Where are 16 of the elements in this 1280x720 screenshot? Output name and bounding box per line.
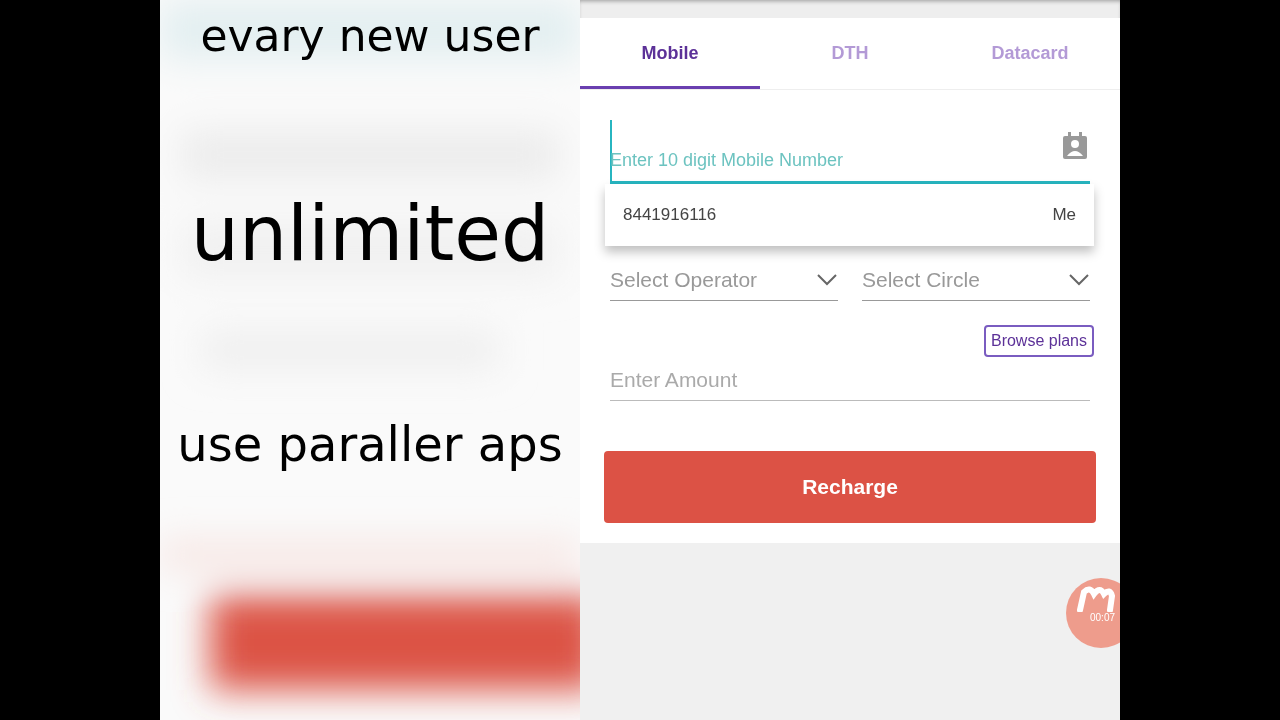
contact-icon <box>1062 132 1088 160</box>
recording-time: 00:07 <box>1090 612 1116 623</box>
chevron-down-icon <box>816 273 838 287</box>
suggestion-name: Me <box>1052 205 1076 225</box>
m-logo-icon <box>1076 586 1116 612</box>
suggestion-popup[interactable]: 8441916116 Me <box>605 184 1094 246</box>
chevron-down-icon <box>1068 273 1090 287</box>
caption: use paraller aps <box>177 418 563 471</box>
select-dropdown[interactable]: Select Circle <box>862 268 1090 301</box>
caption: evary new user <box>200 12 540 61</box>
recharge-button[interactable]: Recharge <box>604 451 1096 523</box>
caption: unlimited <box>190 192 550 276</box>
suggestion-number: 8441916116 <box>623 205 717 225</box>
select-dropdown[interactable]: Select Operator <box>610 268 838 301</box>
recorder-badge[interactable]: 00:07 <box>1066 578 1120 648</box>
browse-plans-button[interactable]: Browse plans <box>983 325 1094 357</box>
